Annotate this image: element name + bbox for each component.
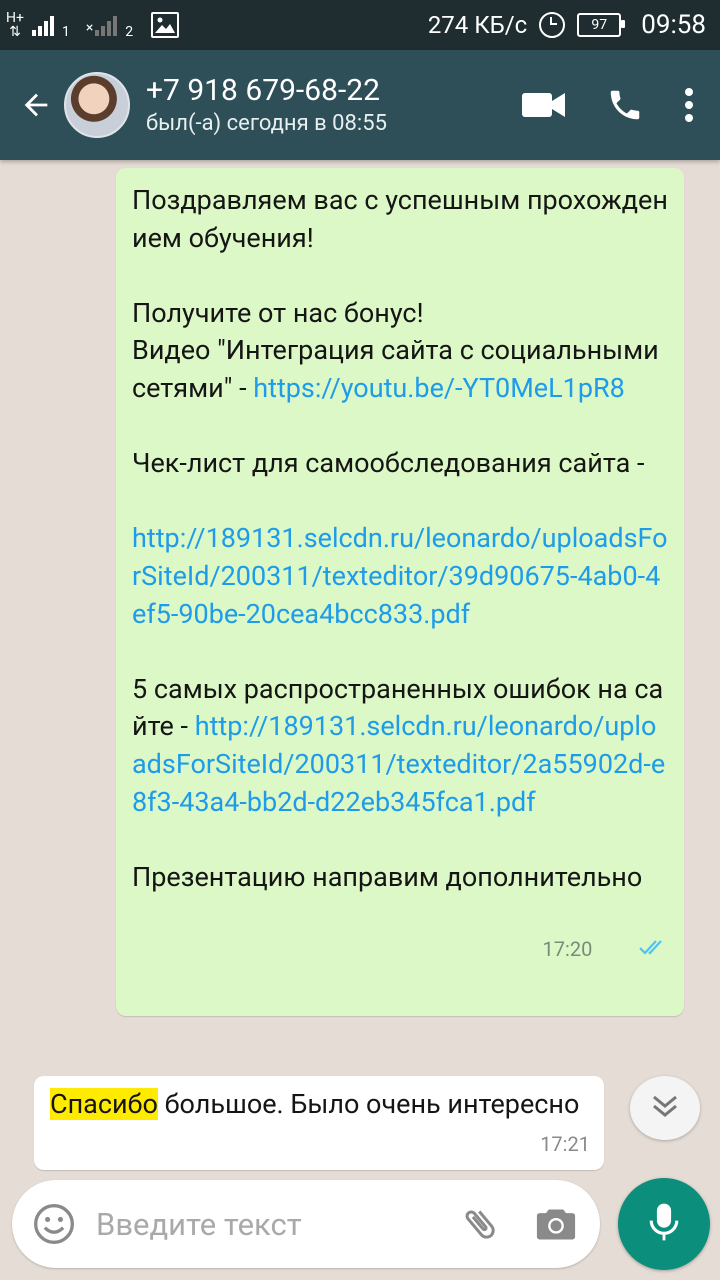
voice-call-icon[interactable] (606, 86, 644, 124)
errors-pdf-link[interactable]: http://189131.selcdn.ru/leonardo/uploads… (132, 710, 665, 817)
message-input[interactable] (94, 1204, 428, 1244)
data-arrows-icon: ⇅ (9, 24, 21, 40)
incoming-message[interactable]: Спасибо большое. Было очень интересно 17… (34, 1076, 604, 1170)
message-composer (12, 1180, 600, 1268)
clock: 09:58 (641, 10, 706, 40)
signal-sim1-icon (31, 14, 54, 36)
status-bar: H+ ⇅ 1 × 2 274 КБ/с 97 09:58 (0, 0, 720, 50)
network-indicator: H+ ⇅ (6, 11, 24, 39)
alarm-icon (539, 12, 566, 38)
scroll-to-bottom-button[interactable] (630, 1076, 700, 1140)
network-type: H+ (6, 10, 24, 26)
message-paragraph: Поздравляем вас с успешным прохождением … (132, 184, 668, 254)
checklist-pdf-link[interactable]: http://189131.selcdn.ru/leonardo/uploads… (132, 522, 668, 629)
contact-avatar[interactable] (64, 72, 130, 138)
signal-sim2-icon: × (86, 14, 118, 36)
message-text: большое. Было очень интересно (157, 1088, 580, 1120)
chat-header: +7 918 679-68-22 был(-а) сегодня в 08:55 (0, 50, 720, 160)
message-paragraph: Презентацию направим дополнительно (132, 860, 643, 893)
message-meta: 17:20 (543, 893, 671, 1006)
network-speed: 274 КБ/с (427, 11, 528, 39)
emoji-icon[interactable] (32, 1202, 76, 1246)
contact-name[interactable]: +7 918 679-68-22 (146, 72, 387, 110)
sim1-label: 1 (61, 24, 70, 40)
gallery-notification-icon (151, 12, 180, 38)
outgoing-message[interactable]: Поздравляем вас с успешным прохождением … (116, 168, 684, 1016)
message-time: 17:21 (540, 1132, 590, 1156)
double-chevron-down-icon (651, 1094, 679, 1122)
more-options-icon[interactable] (684, 87, 694, 123)
back-arrow-icon[interactable] (14, 88, 58, 122)
chat-area[interactable]: Поздравляем вас с успешным прохождением … (0, 160, 720, 1176)
battery-icon: 97 (577, 13, 626, 37)
last-seen-status: был(-а) сегодня в 08:55 (146, 111, 387, 136)
read-ticks-icon (598, 893, 670, 1006)
message-paragraph: Чек-лист для самообследования сайта - (132, 447, 645, 480)
message-time: 17:20 (542, 936, 593, 961)
highlighted-word: Спасибо (50, 1088, 158, 1120)
camera-icon[interactable] (534, 1204, 578, 1244)
message-paragraph: Получите от нас бонус! (132, 296, 424, 329)
sim2-label: 2 (125, 24, 134, 40)
video-call-icon[interactable] (522, 90, 566, 120)
attach-icon[interactable] (460, 1204, 500, 1244)
youtube-link[interactable]: https://youtu.be/-YT0MeL1pR8 (253, 372, 625, 404)
contact-info[interactable]: +7 918 679-68-22 был(-а) сегодня в 08:55 (146, 72, 387, 138)
microphone-icon (647, 1200, 681, 1248)
voice-record-button[interactable] (618, 1178, 710, 1270)
battery-level: 97 (591, 17, 608, 33)
